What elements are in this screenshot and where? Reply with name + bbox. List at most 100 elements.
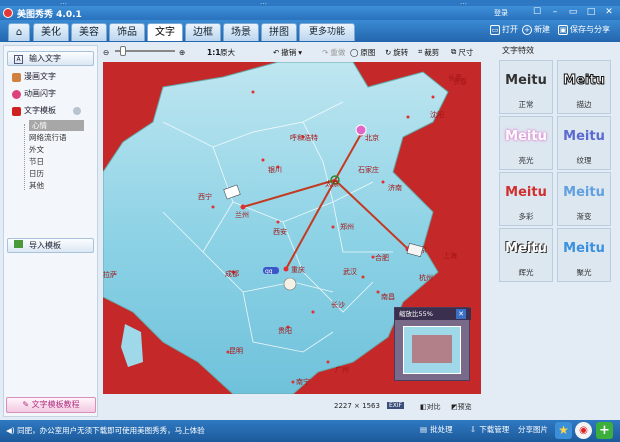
collapse-icon[interactable]	[73, 107, 81, 115]
overview-navigator[interactable]: 缩放比55% ✕	[394, 307, 471, 381]
exif-badge[interactable]: EXIF	[387, 402, 405, 409]
effect-label: 描边	[576, 100, 592, 109]
zoom-out-icon[interactable]: ⊖	[103, 48, 109, 57]
undo-button[interactable]: ↶ 撤销 ▾	[273, 47, 302, 58]
save-share-button[interactable]: ▣ 保存与分享	[558, 24, 610, 35]
effect-label: 多彩	[518, 212, 534, 221]
template-tutorial-button[interactable]: ✎ 文字模板教程	[6, 397, 96, 413]
new-label: 新建	[534, 25, 550, 34]
city-label: 昆明	[229, 347, 243, 355]
maximize-icon[interactable]: □	[584, 7, 598, 18]
compare-label: 对比	[426, 403, 441, 411]
batch-button[interactable]: ▤ 批处理	[420, 424, 453, 435]
minimize-icon[interactable]: –	[548, 7, 562, 18]
zoom-ratio[interactable]: 1:1	[207, 48, 220, 57]
overview-thumbnail[interactable]	[403, 326, 461, 374]
sticker-badge[interactable]	[283, 277, 297, 291]
share-image-button[interactable]: 分享图片	[518, 424, 548, 435]
tab-beauty[interactable]: 美容	[71, 23, 107, 41]
batch-label: 批处理	[430, 425, 453, 434]
redo-button[interactable]: ↷ 重做	[322, 47, 345, 58]
input-text-button[interactable]: A 输入文字	[7, 51, 94, 66]
tab-text[interactable]: 文字	[147, 23, 183, 41]
city-label: 西安	[273, 227, 287, 236]
open-button[interactable]: ▭ 打开	[490, 24, 518, 35]
download-button[interactable]: ⇩ 下载管理	[470, 424, 509, 435]
preview-label: 预览	[457, 403, 472, 411]
template-sub-item[interactable]: 心情	[29, 120, 84, 131]
effect-glow[interactable]: Meitu 亮光	[499, 116, 553, 170]
rotate-label: 旋转	[393, 47, 409, 57]
home-tab[interactable]: ⌂	[8, 23, 30, 41]
effect-label: 渐变	[576, 212, 592, 221]
sidebar-item-text-template[interactable]: 文字模板	[8, 105, 81, 117]
star-icon[interactable]: ★	[555, 422, 572, 439]
city-label: 兰州	[235, 210, 249, 219]
sidebar-item-animated-text[interactable]: 动画闪字	[8, 88, 56, 100]
template-sub-item[interactable]: 节日	[29, 156, 44, 167]
app-logo-icon	[3, 8, 13, 18]
tab-scene[interactable]: 场景	[223, 23, 259, 41]
city-label: 银川	[268, 165, 282, 174]
tab-decoration[interactable]: 饰品	[109, 23, 145, 41]
crop-icon: ⌗	[418, 47, 423, 56]
rotate-button[interactable]: ↻ 旋转	[385, 47, 408, 58]
effect-shadow[interactable]: Meitu 辉光	[499, 228, 553, 282]
resize-button[interactable]: ⧉ 尺寸	[451, 47, 473, 58]
overview-viewport[interactable]	[412, 335, 452, 363]
city-label: 合肥	[375, 253, 389, 262]
marker-pin-icon[interactable]	[355, 124, 367, 136]
original-image-button[interactable]: ◯ 原图	[350, 47, 375, 58]
close-icon[interactable]: ✕	[602, 7, 616, 18]
effect-preview: Meitu	[505, 129, 547, 144]
folder-icon: ▭	[490, 24, 500, 35]
effect-outline[interactable]: Meitu 描边	[557, 60, 611, 114]
login-link[interactable]: 登录	[494, 8, 508, 18]
promo-message[interactable]: ◀) 同肥，办公室用户无须下载即可使用美图秀秀，马上体验	[6, 425, 205, 436]
dropdown-icon: ▾	[298, 47, 303, 57]
preview-button[interactable]: ◩预览	[451, 402, 472, 412]
effect-colorful[interactable]: Meitu 多彩	[499, 172, 553, 226]
text-template-label: 文字模板	[24, 106, 56, 115]
new-button[interactable]: + 新建	[522, 24, 550, 35]
sticker-text[interactable]: qq	[265, 268, 273, 275]
tree-line	[24, 124, 25, 190]
zoom-slider-handle[interactable]	[120, 46, 126, 56]
original-size-button[interactable]: 原大	[220, 47, 235, 58]
effect-texture[interactable]: Meitu 纹理	[557, 116, 611, 170]
menu-bar: ⌂ 美化 美容 饰品 文字 边框 场景 拼图 更多功能 ▾ ▭打开 +新建 ▣保…	[0, 20, 620, 54]
tutorial-icon: ✎	[22, 400, 32, 409]
effect-label: 正常	[518, 100, 534, 109]
app-title: 美图秀秀 4.0.1	[17, 10, 82, 20]
city-label: 南宁	[296, 377, 310, 386]
overview-close-icon[interactable]: ✕	[456, 309, 466, 319]
title-bar: 美图秀秀 4.0.1 登录 ☐ – ▭ □ ✕	[0, 6, 620, 20]
crop-label: 裁剪	[424, 47, 440, 57]
effect-gradient[interactable]: Meitu 渐变	[557, 172, 611, 226]
add-icon[interactable]: +	[596, 422, 613, 439]
redo-icon: ↷	[322, 47, 329, 57]
tab-border[interactable]: 边框	[185, 23, 221, 41]
template-sub-item[interactable]: 其他	[29, 180, 44, 191]
tab-more-functions[interactable]: 更多功能 ▾	[299, 23, 355, 54]
menu-icon[interactable]: ☐	[530, 7, 544, 18]
template-sub-item[interactable]: 外文	[29, 144, 44, 155]
resize-icon: ⧉	[451, 47, 457, 56]
tab-collage[interactable]: 拼图	[261, 23, 297, 41]
input-text-label: 输入文字	[29, 54, 61, 63]
city-label: 济南	[388, 183, 402, 192]
tab-beautify[interactable]: 美化	[33, 23, 69, 41]
template-sub-item[interactable]: 日历	[29, 168, 44, 179]
image-toolbar: ⊖ ⊕ 1:1 原大 ↶ 撤销 ▾ ↷ 重做 ◯ 原图 ↻ 旋转 ⌗ 裁剪 ⧉ 尺寸	[100, 44, 485, 60]
effect-spotlight[interactable]: Meitu 聚光	[557, 228, 611, 282]
sidebar-item-comic-text[interactable]: 漫画文字	[8, 71, 56, 83]
save-icon: ▣	[558, 24, 568, 35]
effect-normal[interactable]: Meitu 正常	[499, 60, 553, 114]
template-sub-item[interactable]: 网络流行语	[29, 132, 67, 143]
import-template-button[interactable]: 导入模板	[7, 238, 94, 253]
zoom-in-icon[interactable]: ⊕	[179, 48, 185, 57]
restore-icon[interactable]: ▭	[566, 7, 580, 18]
crop-button[interactable]: ⌗ 裁剪	[418, 47, 439, 58]
compare-button[interactable]: ◧对比	[420, 402, 441, 412]
weibo-icon[interactable]: ◉	[575, 422, 592, 439]
